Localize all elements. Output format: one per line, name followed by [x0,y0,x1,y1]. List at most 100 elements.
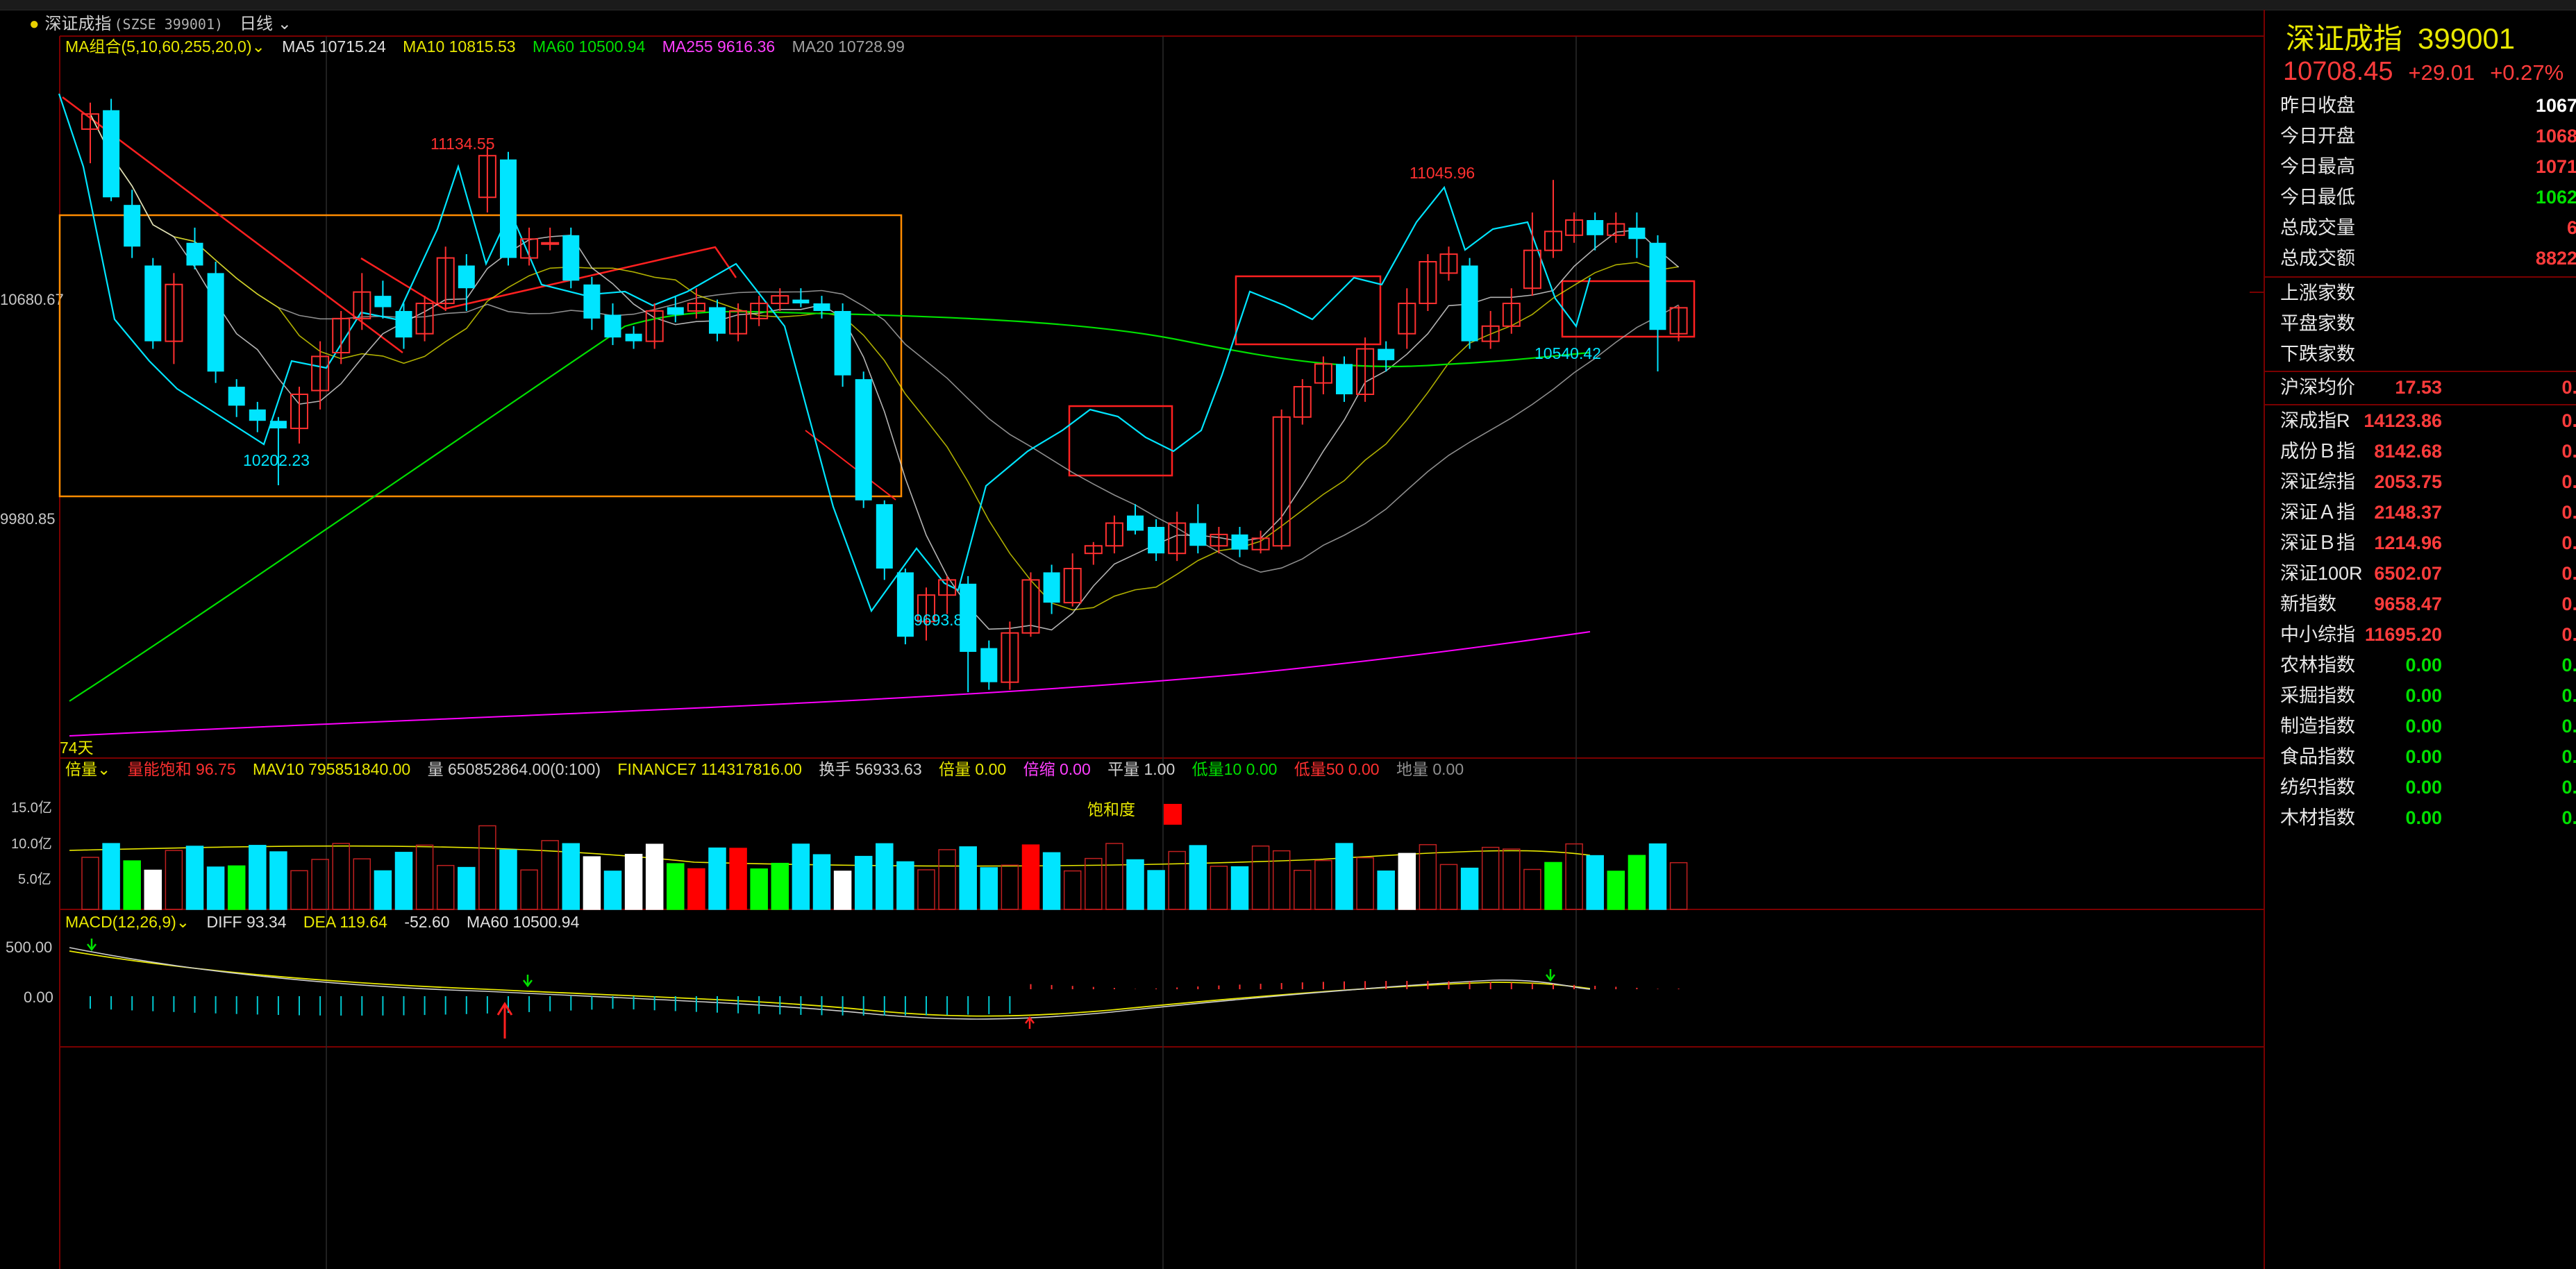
stat-label: 总成交量 [2280,217,2355,238]
chevron-down-icon: ⌄ [97,760,111,778]
index-value: 1214.96 [2374,532,2442,553]
index-value: 0.00 [2405,807,2442,828]
breadth-row: 下跌家数 [2265,339,2576,369]
annotation-low-1: 10202.23 [243,451,310,469]
candle-body [458,265,475,289]
index-row[interactable]: 中小综指 11695.20 0. [2265,619,2576,650]
volume-bar [792,843,810,910]
index-tail: 0. [2561,655,2576,675]
sell-arrow-icon [87,939,97,952]
volume-bar [562,843,580,910]
breadth-row: 上涨家数 [2265,278,2576,308]
volume-bar [896,861,914,910]
macd-indicator-selector[interactable]: MACD(12,26,9) [65,913,176,931]
pattern-boxes [58,96,1696,501]
index-tail: 0. [2561,563,2576,584]
stat-label: 今日开盘 [2280,126,2355,146]
candle-body [1587,220,1604,235]
index-row[interactable]: 采掘指数 0.00 0. [2265,680,2576,711]
index-row[interactable]: 深证综指 2053.75 0. [2265,467,2576,497]
vol-axis-b: 10.0亿 [11,837,52,852]
stat-value: 1071 [2535,156,2576,177]
vol-indicator-selector[interactable]: 倍量 [65,760,97,778]
volume-bar [833,871,852,910]
stat-label: 今日最高 [2280,156,2355,177]
vol-legend-item: FINANCE7 114317816.00 [617,760,802,778]
breadth-label: 平盘家数 [2280,313,2355,334]
index-row[interactable]: 食品指数 0.00 0. [2265,741,2576,772]
candle-body [374,296,392,308]
candle-body [1127,515,1144,531]
volume-bar [1189,845,1207,910]
pattern-box [1561,280,1696,338]
volume-bar [1042,852,1061,910]
index-value: 9658.47 [2374,594,2442,614]
volume-bar [812,854,831,910]
candle-body [541,242,560,245]
sell-arrow-icon [1546,969,1555,982]
index-row[interactable]: 木材指数 0.00 0. [2265,802,2576,833]
days-count-label: 74天 [60,739,94,757]
chart-grid [59,35,2264,1269]
chevron-down-icon: ⌄ [176,913,190,931]
volume-bar [1648,843,1667,910]
candle-body [667,307,684,315]
breadth-label: 上涨家数 [2280,283,2355,303]
volume-bar [1460,867,1479,910]
vol-axis-c: 5.0亿 [18,872,51,887]
macd-dea: DEA 119.64 [303,913,387,931]
breadth-row: 平盘家数 [2265,308,2576,339]
volume-bar [583,856,601,910]
vol-axis-a: 15.0亿 [11,800,52,816]
candle-body [1231,534,1248,550]
macd-diff: DIFF 93.34 [206,913,287,931]
index-row[interactable]: 深证Ｂ指 1214.96 0. [2265,528,2576,558]
index-tail: 0. [2561,594,2576,614]
candle-body [144,265,162,342]
side-change: +29.01 [2408,60,2475,85]
index-row[interactable]: 农林指数 0.00 0. [2265,650,2576,680]
volume-bar [1607,871,1625,910]
index-row[interactable]: 深证100R 6502.07 0. [2265,558,2576,589]
macd-diff-line [69,947,1591,1020]
candle-body [1628,227,1646,239]
chart-canvas[interactable] [0,0,2264,1269]
index-tail: 0. [2561,471,2576,492]
ma255-line [69,631,1591,737]
macd-value: -52.60 [404,913,450,931]
volume-bar [1523,868,1541,910]
volume-bar [1021,844,1040,910]
index-value: 0.00 [2405,716,2442,737]
buy-arrow-icon [1025,1016,1035,1029]
index-row[interactable]: 新指数 9658.47 0. [2265,589,2576,619]
volume-bar [1230,866,1249,910]
index-tail: 0. [2561,807,2576,828]
volume-bar [603,871,622,910]
volume-bar [1001,864,1019,910]
volume-bar [102,843,120,910]
candle-body [269,421,287,429]
index-row[interactable]: 深成指R 14123.86 0. [2265,405,2576,436]
candle-body [207,273,224,372]
pattern-box [1235,275,1382,346]
stat-row: 今日最高 1071 [2265,151,2576,182]
volume-bar [1147,870,1165,910]
candle-body [562,235,580,281]
index-row[interactable]: 深证Ａ指 2148.37 0. [2265,497,2576,528]
stat-row: 今日开盘 1068 [2265,121,2576,151]
vol-legend-item: 平量 1.00 [1107,760,1176,778]
index-row[interactable]: 成份Ｂ指 8142.68 0. [2265,436,2576,467]
volume-bar [185,846,204,910]
index-value: 8142.68 [2374,441,2442,462]
volume-bar [876,843,894,910]
candle-body [395,310,412,338]
volume-bar [1210,866,1228,910]
volume-bar [771,862,789,910]
index-row[interactable]: 纺织指数 0.00 0. [2265,772,2576,802]
buy-arrow-icon [496,1002,513,1039]
stat-label: 今日最低 [2280,187,2355,208]
stat-value: 1068 [2535,126,2576,146]
volume-bar [1272,850,1291,910]
index-row[interactable]: 制造指数 0.00 0. [2265,711,2576,741]
index-value: 0.00 [2405,655,2442,675]
